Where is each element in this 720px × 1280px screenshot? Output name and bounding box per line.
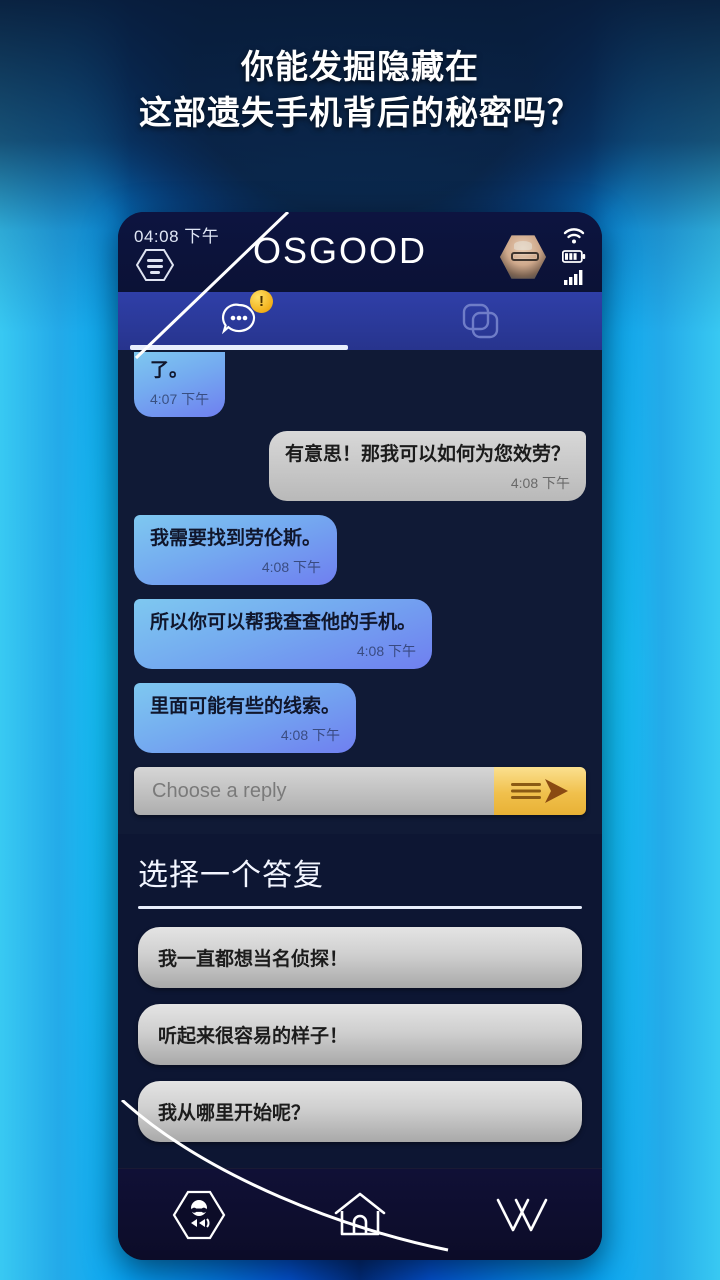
wifi-icon [563,228,585,244]
bubble-timestamp: 4:08 下午 [510,475,570,491]
chat-bubble-outgoing[interactable]: 有意思！那我可以如何为您效劳？ 4:08 下午 [268,431,586,501]
reply-option[interactable]: 我从哪里开始呢？ [138,1081,582,1142]
chat-bubble-incoming[interactable]: 所以你可以帮我查查他的手机。 4:08 下午 [134,599,433,669]
system-status-icons [558,228,590,285]
tab-bar: ! [118,289,602,350]
bubble-timestamp: 4:07 下午 [150,391,210,407]
bubble-timestamp: 4:08 下午 [356,643,417,659]
reply-option[interactable]: 我一直都想当名侦探！ [138,927,582,988]
tab-messages[interactable]: ! [118,289,360,350]
reply-input[interactable] [134,767,494,815]
nav-profile[interactable] [118,1189,279,1241]
tab-gallery[interactable] [360,292,602,350]
send-arrow-icon [511,779,568,803]
home-icon [334,1192,386,1235]
send-button[interactable] [494,767,586,815]
message-composer [134,767,586,815]
nav-collapse[interactable] [441,1192,602,1238]
headline-line-1: 你能发掘隐藏在 [241,48,479,85]
phone-screen: 04:08 下午 OSGOOD ! 了。 4:07 下午 有意思！那我可以如何为… [118,212,602,1260]
message-row: 里面可能有些的线索。 4:08 下午 [134,683,586,753]
battery-icon [562,250,586,263]
contact-avatar[interactable] [500,234,546,280]
headline-line-2: 这部遗失手机背后的秘密吗？ [139,94,581,131]
reply-option[interactable]: 听起来很容易的样子！ [138,1004,582,1065]
bubble-timestamp: 4:08 下午 [261,559,322,575]
chat-bubble-incoming[interactable]: 里面可能有些的线索。 4:08 下午 [134,683,357,753]
app-header: 04:08 下午 OSGOOD [118,212,602,292]
left-glow [0,0,130,1280]
promo-headline: 你能发掘隐藏在 这部遗失手机背后的秘密吗？ [0,44,720,136]
right-glow [590,0,720,1280]
message-row: 所以你可以帮我查查他的手机。 4:08 下午 [134,599,586,669]
bubble-timestamp: 4:08 下午 [280,727,341,743]
choose-reply-panel: 选择一个答复 我一直都想当名侦探！ 听起来很容易的样子！ 我从哪里开始呢？ [118,834,602,1168]
chat-bubble-incoming[interactable]: 了。 4:07 下午 [134,352,226,417]
bubble-text: 所以你可以帮我查查他的手机。 [150,612,417,633]
unread-badge: ! [250,289,273,313]
signal-bars-icon [564,270,583,285]
nav-home[interactable] [279,1189,440,1241]
chat-bubble-incoming[interactable]: 我需要找到劳伦斯。 4:08 下午 [134,515,338,585]
bubble-text: 有意思！那我可以如何为您效劳？ [284,444,570,465]
message-row: 我需要找到劳伦斯。 4:08 下午 [134,515,586,585]
message-row: 了。 4:07 下午 [134,352,586,417]
character-hex-icon [172,1190,225,1239]
section-divider [138,906,582,909]
photo-stack-icon [462,303,499,339]
bubble-text: 里面可能有些的线索。 [150,696,341,717]
chevron-down-icon [497,1198,548,1231]
choose-reply-title: 选择一个答复 [138,859,324,892]
bubble-text: 我需要找到劳伦斯。 [150,528,322,549]
chat-message-list[interactable]: 了。 4:07 下午 有意思！那我可以如何为您效劳？ 4:08 下午 我需要找到… [118,350,602,834]
bubble-text: 了。 [150,360,189,381]
message-row: 有意思！那我可以如何为您效劳？ 4:08 下午 [134,431,586,501]
bottom-navigation [118,1168,602,1260]
